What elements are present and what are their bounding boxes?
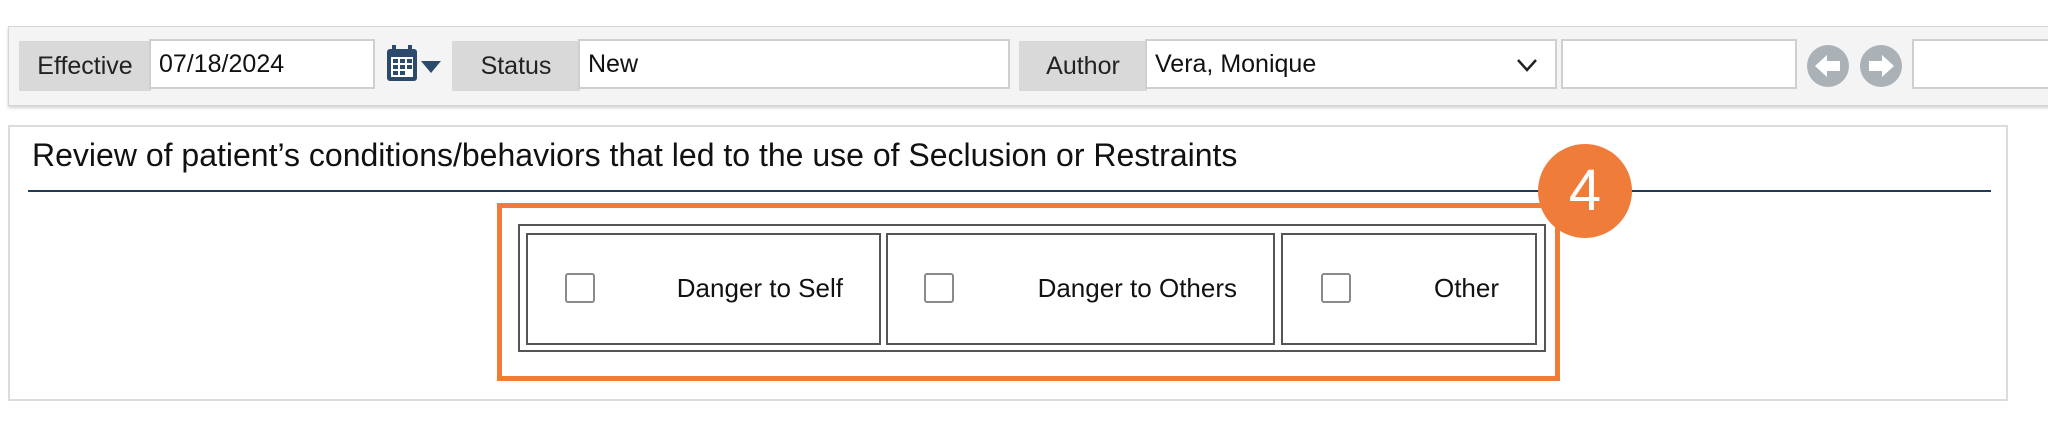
callout-highlight-box [497, 203, 1560, 381]
status-label: Status [452, 41, 580, 91]
document-toolbar: Effective 07/18/2024 Status New Author V… [8, 26, 2048, 106]
section-title: Review of patient’s conditions/behaviors… [32, 137, 1238, 173]
section-divider [28, 190, 1991, 192]
calendar-icon [387, 45, 441, 81]
previous-button[interactable] [1807, 45, 1849, 87]
author-select[interactable]: Vera, Monique [1145, 39, 1557, 89]
next-button[interactable] [1860, 45, 1902, 87]
status-field[interactable]: New [578, 39, 1010, 89]
arrow-right-icon [1869, 55, 1894, 77]
calendar-button[interactable] [383, 43, 445, 87]
effective-date-input[interactable]: 07/18/2024 [149, 39, 375, 89]
effective-label: Effective [19, 41, 151, 91]
chevron-down-icon [1517, 59, 1537, 72]
arrow-left-icon [1815, 55, 1840, 77]
author-label: Author [1019, 41, 1147, 91]
author-value: Vera, Monique [1155, 50, 1317, 78]
secondary-input[interactable] [1561, 39, 1797, 89]
step-number-badge: 4 [1538, 144, 1632, 238]
trailing-input[interactable] [1912, 39, 2048, 89]
